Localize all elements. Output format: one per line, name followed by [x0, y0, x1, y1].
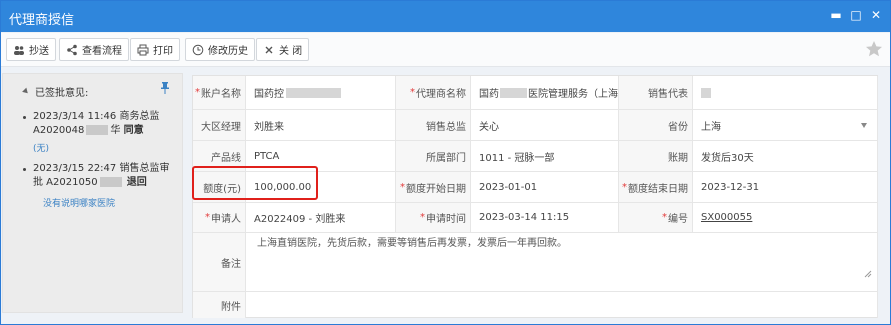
record-result: 同意	[123, 125, 144, 136]
record-result: 退回	[126, 177, 147, 188]
close-button-label: 关 闭	[279, 46, 303, 57]
label-credit-start-date: * 额度开始日期	[396, 172, 471, 203]
record-comment: 没有说明哪家医院	[43, 199, 116, 209]
approval-record: 2023/3/15 22:47 销售总监审 批 A2021050 退回	[23, 162, 183, 190]
maximize-icon[interactable]: □	[850, 8, 862, 22]
record-line1: 2023/3/14 11:46 商务总监	[33, 111, 160, 122]
chevron-down-icon	[861, 123, 867, 128]
approval-header[interactable]: 已签批意见:	[22, 84, 89, 99]
label-province: 省份	[619, 110, 693, 141]
record-line1: 2023/3/15 22:47 销售总监审	[33, 163, 170, 174]
label-attachment: 附件	[193, 292, 246, 318]
label-account-name: * 账户名称	[193, 76, 246, 110]
approval-panel: 已签批意见: 2023/3/14 11:46 商务总监 A2020048 华 同意…	[2, 73, 183, 313]
remark-textarea[interactable]: 上海直销医院，先货后款，需要等销售后再发票，发票后一年再回款。	[249, 229, 876, 281]
pin-icon[interactable]	[160, 82, 170, 94]
record-line2: A2020048 华 同意	[33, 125, 144, 136]
agent-name-field: 国药 医院管理服务（上海	[471, 76, 619, 110]
approval-record: 2023/3/14 11:46 商务总监 A2020048 华 同意 (无)	[23, 110, 183, 156]
toolbar: 抄送 查看流程 打印 修改历史 关 闭	[1, 33, 890, 67]
history-button[interactable]: 修改历史	[185, 38, 255, 61]
minimize-icon[interactable]: ▬	[830, 8, 842, 22]
account-name-field: 国药控	[246, 76, 396, 110]
window-controls: ▬ □ ✕	[830, 8, 882, 22]
sales-rep-field	[693, 76, 878, 110]
label-agent-name: * 代理商名称	[396, 76, 471, 110]
close-icon[interactable]: ✕	[870, 8, 882, 22]
redacted-text	[99, 177, 122, 187]
remark-text: 上海直销医院，先货后款，需要等销售后再发票，发票后一年再回款。	[257, 238, 567, 249]
printer-icon	[137, 44, 149, 55]
resize-handle-icon[interactable]	[864, 270, 872, 278]
highlight-frame	[192, 166, 318, 200]
label-credit-end-date: * 额度结束日期	[619, 172, 693, 203]
attachment-field[interactable]	[246, 292, 878, 318]
dialog-window: 代理商授信 ▬ □ ✕ 抄送 查看流程 打印 修改历史 关 闭 已签批意见: 2…	[0, 0, 891, 325]
view-flow-button-label: 查看流程	[82, 46, 122, 57]
copy-button[interactable]: 抄送	[6, 38, 56, 61]
title-bar: 代理商授信 ▬ □ ✕	[1, 1, 890, 32]
users-icon	[14, 45, 24, 55]
label-department: 所属部门	[396, 141, 471, 172]
star-icon[interactable]	[864, 39, 884, 59]
record-line2: 批 A2021050 退回	[33, 177, 147, 188]
sales-director-field: 关心	[471, 110, 619, 141]
copy-button-label: 抄送	[29, 46, 49, 57]
label-applicant: * 申请人	[193, 203, 246, 233]
x-icon	[265, 46, 273, 53]
label-remark: 备注	[193, 233, 246, 292]
print-button-label: 打印	[153, 46, 173, 57]
collapse-icon	[22, 87, 30, 96]
redacted-text	[86, 125, 109, 135]
label-payment-term: 账期	[619, 141, 693, 172]
region-manager-field: 刘胜来	[246, 110, 396, 141]
label-sales-director: 销售总监	[396, 110, 471, 141]
payment-term-field: 发货后30天	[693, 141, 878, 172]
record-comment: (无)	[33, 144, 50, 154]
approval-header-label: 已签批意见:	[35, 88, 89, 99]
label-sales-rep: 销售代表	[619, 76, 693, 110]
print-button[interactable]: 打印	[130, 38, 180, 61]
province-select[interactable]: 上海	[693, 110, 878, 141]
credit-end-date-field: 2023-12-31	[693, 172, 878, 203]
department-field: 1011 - 冠脉一部	[471, 141, 619, 172]
view-flow-button[interactable]: 查看流程	[59, 38, 129, 61]
close-button[interactable]: 关 闭	[256, 38, 310, 61]
credit-start-date-field: 2023-01-01	[471, 172, 619, 203]
share-icon	[67, 44, 77, 55]
label-region-manager: 大区经理	[193, 110, 246, 141]
window-title: 代理商授信	[9, 13, 75, 28]
history-button-label: 修改历史	[208, 46, 248, 57]
clock-icon	[192, 44, 204, 55]
